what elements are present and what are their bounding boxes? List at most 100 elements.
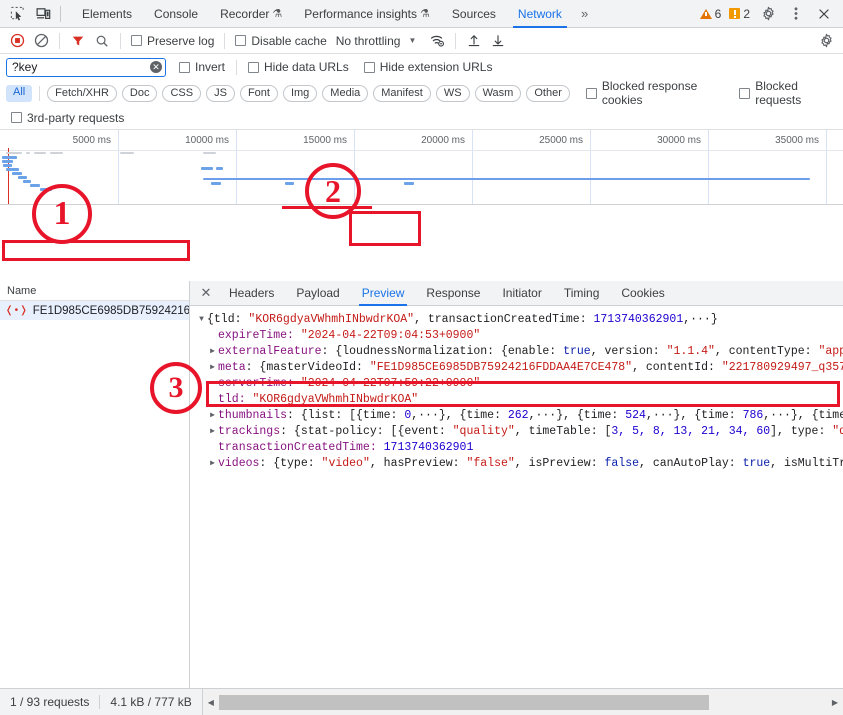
chevron-right-icon[interactable] <box>207 456 218 472</box>
chevron-right-icon[interactable] <box>207 408 218 424</box>
tab-timing[interactable]: Timing <box>553 281 611 306</box>
tab-console[interactable]: Console <box>143 0 209 28</box>
chip-media[interactable]: Media <box>322 84 369 102</box>
hide-extension-urls-checkbox[interactable]: Hide extension URLs <box>361 60 496 74</box>
overview-tick-25000: 25000 ms <box>539 135 583 146</box>
json-line-text: {tld: "KOR6gdyaVWhmhINbwdrKOA", transact… <box>207 313 718 326</box>
invert-label: Invert <box>195 60 226 74</box>
json-tree-row[interactable]: meta: {masterVideoId: "FE1D985CE6985DB75… <box>196 360 843 376</box>
disable-cache-label: Disable cache <box>251 33 327 48</box>
chip-js[interactable]: JS <box>206 84 235 102</box>
tabbar-divider <box>60 5 61 22</box>
chip-other[interactable]: Other <box>526 84 570 102</box>
json-tree-row[interactable]: trackings: {stat-policy: [{event: "quali… <box>196 424 843 440</box>
filter-icon[interactable] <box>67 30 89 52</box>
json-tree-row[interactable]: tld: "KOR6gdyaVWhmhINbwdrKOA" <box>196 392 843 408</box>
filter-input-wrap[interactable]: ✕ <box>6 57 166 77</box>
json-tree-row[interactable]: {tld: "KOR6gdyaVWhmhINbwdrKOA", transact… <box>196 312 843 328</box>
tab-recorder[interactable]: Recorder ⚗ <box>209 0 293 28</box>
inspect-element-icon[interactable] <box>4 1 30 27</box>
chip-font[interactable]: Font <box>239 84 278 102</box>
warnings-count: 6 <box>714 6 722 21</box>
close-devtools-icon[interactable] <box>811 1 837 27</box>
json-line-text: externalFeature: {loudnessNormalization:… <box>218 345 843 358</box>
filter-bar: ✕ Invert Hide data URLs Hide extension U… <box>0 54 843 80</box>
chip-doc[interactable]: Doc <box>121 84 158 102</box>
chevron-right-icon[interactable] <box>207 344 218 360</box>
horizontal-scrollbar[interactable]: ◀ ▶ <box>201 688 843 715</box>
tab-console-label: Console <box>154 6 199 21</box>
json-tree-row[interactable]: thumbnails: {list: [{time: 0,···}, {time… <box>196 408 843 424</box>
hide-data-urls-checkbox[interactable]: Hide data URLs <box>245 60 352 74</box>
close-detail-icon[interactable]: ✕ <box>194 281 218 305</box>
tab-performance-insights[interactable]: Performance insights ⚗ <box>293 0 441 28</box>
tab-response[interactable]: Response <box>415 281 491 306</box>
clear-button[interactable] <box>30 30 52 52</box>
checkbox-box <box>179 61 190 73</box>
errors-badge[interactable]: 2 <box>726 7 753 21</box>
scrollbar-thumb[interactable] <box>218 694 709 710</box>
chip-all[interactable]: All <box>6 84 33 102</box>
disable-cache-checkbox[interactable]: Disable cache <box>232 34 329 48</box>
chevron-down-icon[interactable] <box>196 312 207 328</box>
device-toolbar-icon[interactable] <box>30 1 56 27</box>
throttling-select[interactable]: No throttling <box>332 34 401 48</box>
chip-css[interactable]: CSS <box>162 84 202 102</box>
import-har-icon[interactable] <box>463 30 485 52</box>
tab-initiator[interactable]: Initiator <box>491 281 552 306</box>
chip-divider <box>39 85 41 101</box>
table-row[interactable]: ❬•❭ FE1D985CE6985DB75924216F... <box>0 301 189 320</box>
invert-checkbox[interactable]: Invert <box>176 60 228 74</box>
preview-json-tree[interactable]: {tld: "KOR6gdyaVWhmhINbwdrKOA", transact… <box>190 306 843 688</box>
json-line-text: thumbnails: {list: [{time: 0,···}, {time… <box>218 409 843 422</box>
json-tree-row[interactable]: externalFeature: {loudnessNormalization:… <box>196 344 843 360</box>
scroll-left-icon[interactable]: ◀ <box>203 698 219 707</box>
scroll-right-icon[interactable]: ▶ <box>827 698 843 707</box>
chevron-down-icon[interactable]: ▼ <box>402 36 424 45</box>
json-tree-row[interactable]: transactionCreatedTime: 1713740362901 <box>196 440 843 456</box>
tab-sources-label: Sources <box>451 6 496 21</box>
chevron-right-icon[interactable] <box>207 424 218 440</box>
requests-column-header[interactable]: Name <box>0 281 189 301</box>
settings-gear-icon[interactable] <box>755 1 781 27</box>
export-har-icon[interactable] <box>487 30 509 52</box>
record-button[interactable] <box>6 30 28 52</box>
network-settings-gear-icon[interactable] <box>815 30 837 52</box>
network-conditions-icon[interactable] <box>426 30 448 52</box>
preserve-log-checkbox[interactable]: Preserve log <box>128 34 217 48</box>
network-overview-timeline[interactable]: 5000 ms 10000 ms 15000 ms 20000 ms 25000… <box>0 130 843 205</box>
chip-wasm[interactable]: Wasm <box>474 84 522 102</box>
chevron-right-icon[interactable] <box>207 360 218 376</box>
hide-extension-urls-label: Hide extension URLs <box>379 60 493 74</box>
tab-network-label: Network <box>517 6 562 21</box>
chip-img[interactable]: Img <box>282 84 318 102</box>
tab-sources[interactable]: Sources <box>441 0 507 28</box>
warnings-badge[interactable]: 6 <box>697 7 725 21</box>
tab-cookies[interactable]: Cookies <box>610 281 675 306</box>
blocked-requests-checkbox[interactable]: Blocked requests <box>736 79 837 107</box>
third-party-requests-checkbox[interactable]: 3rd-party requests <box>8 111 127 125</box>
json-tree-row[interactable]: serverTime: "2024-04-22T07:59:22+0900" <box>196 376 843 392</box>
request-name: FE1D985CE6985DB75924216F... <box>32 304 189 317</box>
filter-input[interactable] <box>12 60 147 74</box>
videos-json-node[interactable]: videos: {type: "video", hasPreview: "fal… <box>196 456 843 472</box>
chip-manifest[interactable]: Manifest <box>373 84 431 102</box>
clear-filter-icon[interactable]: ✕ <box>150 61 162 73</box>
json-line-text: videos: {type: "video", hasPreview: "fal… <box>218 457 843 470</box>
third-party-row: 3rd-party requests <box>0 106 843 130</box>
tab-headers[interactable]: Headers <box>218 281 285 306</box>
tab-payload[interactable]: Payload <box>285 281 350 306</box>
more-tabs-icon[interactable]: » <box>573 6 596 21</box>
json-tree-row[interactable]: expireTime: "2024-04-22T09:04:53+0900" <box>196 328 843 344</box>
blocked-response-cookies-checkbox[interactable]: Blocked response cookies <box>583 79 725 107</box>
more-options-icon[interactable] <box>783 1 809 27</box>
tab-network[interactable]: Network <box>507 0 573 28</box>
chip-fetch-xhr[interactable]: Fetch/XHR <box>47 84 117 102</box>
filter-divider <box>236 59 238 75</box>
tab-elements[interactable]: Elements <box>71 0 143 28</box>
search-icon[interactable] <box>91 30 113 52</box>
tab-preview[interactable]: Preview <box>351 281 416 306</box>
json-line-text: meta: {masterVideoId: "FE1D985CE6985DB75… <box>218 361 843 374</box>
chip-ws[interactable]: WS <box>435 84 470 102</box>
transfer-size: 4.1 kB / 777 kB <box>110 695 192 709</box>
